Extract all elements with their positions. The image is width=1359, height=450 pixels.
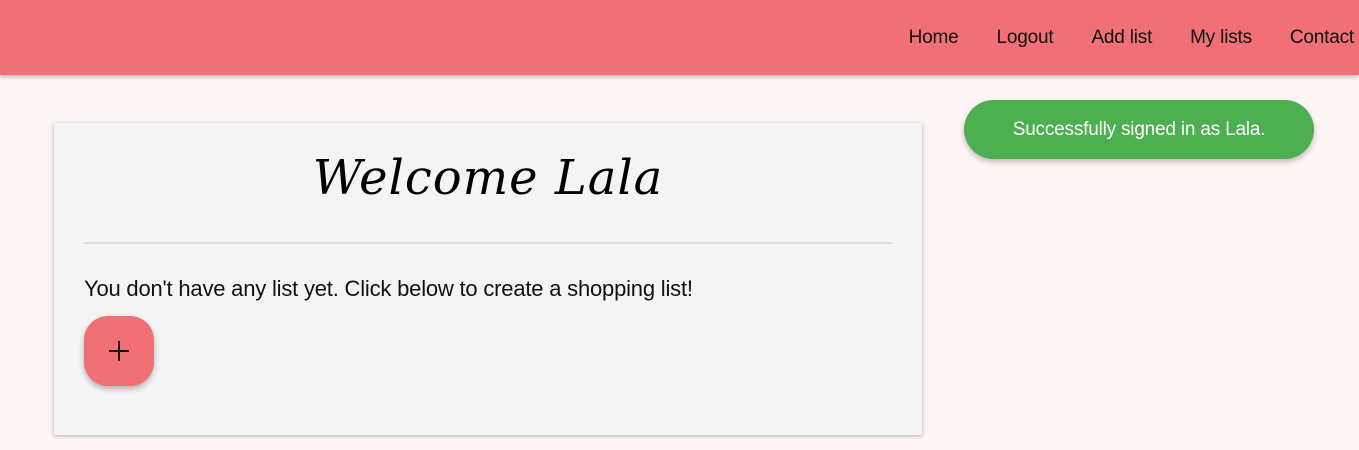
toast-message: Successfully signed in as Lala. (1012, 118, 1266, 140)
nav-home-link[interactable]: Home (909, 27, 959, 49)
top-navbar: Home Logout Add list My lists Contact (0, 0, 1359, 75)
empty-list-message: You don't have any list yet. Click below… (84, 276, 693, 301)
divider (84, 242, 892, 244)
nav-my-lists-link[interactable]: My lists (1190, 27, 1252, 49)
welcome-heading: Welcome Lala (312, 150, 664, 206)
success-toast: Successfully signed in as Lala. (964, 100, 1314, 159)
plus-icon (109, 341, 129, 361)
nav-contact-link[interactable]: Contact (1290, 27, 1354, 49)
add-list-button[interactable] (84, 316, 154, 386)
nav-add-list-link[interactable]: Add list (1091, 27, 1152, 49)
nav-logout-link[interactable]: Logout (997, 27, 1054, 49)
nav-links: Home Logout Add list My lists Contact (871, 0, 1355, 75)
